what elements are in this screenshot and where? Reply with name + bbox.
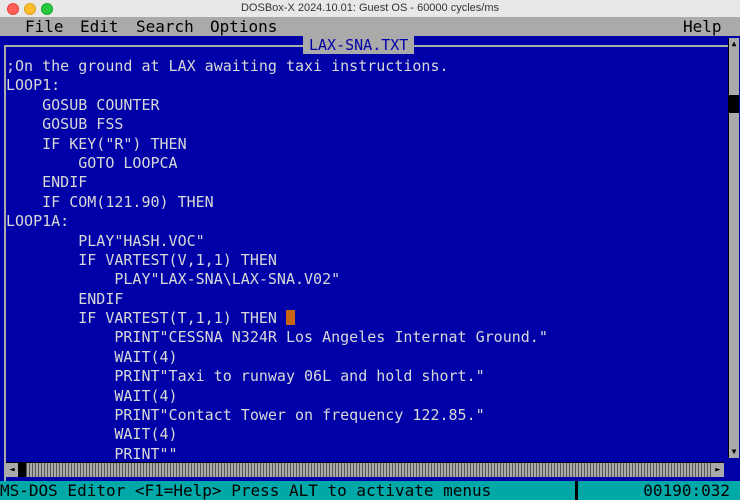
code-line[interactable]: ENDIF <box>6 173 724 192</box>
text-area[interactable]: ;On the ground at LAX awaiting taxi inst… <box>6 57 724 461</box>
file-name-label: LAX-SNA.TXT <box>303 36 415 54</box>
status-bar: MS-DOS Editor <F1=Help> Press ALT to act… <box>0 481 740 500</box>
code-line[interactable]: PRINT"" <box>6 445 724 461</box>
menu-search[interactable]: Search <box>136 18 194 36</box>
code-line[interactable]: ;On the ground at LAX awaiting taxi inst… <box>6 57 724 76</box>
window-title: DOSBox-X 2024.10.01: Guest OS - 60000 cy… <box>240 2 499 14</box>
code-line[interactable]: GOTO LOOPCA <box>6 154 724 173</box>
code-line[interactable]: IF VARTEST(V,1,1) THEN <box>6 251 724 270</box>
code-line[interactable]: PLAY"LAX-SNA\LAX-SNA.V02" <box>6 270 724 289</box>
code-line[interactable]: GOSUB FSS <box>6 115 724 134</box>
menu-help[interactable]: Help <box>683 18 722 36</box>
editor-window: LAX-SNA.TXT ;On the ground at LAX awaiti… <box>0 36 740 481</box>
menu-bar: File Edit Search Options Help <box>0 17 740 36</box>
code-line[interactable]: PRINT"CESSNA N324R Los Angeles Internat … <box>6 328 724 347</box>
menu-options[interactable]: Options <box>210 18 277 36</box>
code-line[interactable]: IF COM(121.90) THEN <box>6 193 724 212</box>
scroll-up-arrow-icon[interactable]: ▲ <box>729 38 739 50</box>
code-line[interactable]: LOOP1: <box>6 76 724 95</box>
code-line[interactable]: WAIT(4) <box>6 387 724 406</box>
cursor-position: 00190:032 <box>643 481 730 500</box>
code-line[interactable]: WAIT(4) <box>6 348 724 367</box>
code-line[interactable]: PLAY"HASH.VOC" <box>6 232 724 251</box>
code-line-text[interactable]: IF VARTEST(T,1,1) THEN <box>6 309 286 327</box>
text-cursor <box>285 310 295 326</box>
code-line[interactable]: PRINT"Contact Tower on frequency 122.85.… <box>6 406 724 425</box>
status-divider <box>575 481 578 500</box>
code-line[interactable]: PRINT"Taxi to runway 06L and hold short.… <box>6 367 724 386</box>
scroll-down-arrow-icon[interactable]: ▼ <box>729 446 739 458</box>
code-line[interactable]: GOSUB COUNTER <box>6 96 724 115</box>
vertical-scrollbar[interactable]: ▲ ▼ <box>728 38 739 458</box>
menu-edit[interactable]: Edit <box>80 18 119 36</box>
window-titlebar: DOSBox-X 2024.10.01: Guest OS - 60000 cy… <box>0 0 740 18</box>
code-line[interactable]: ENDIF <box>6 290 724 309</box>
scroll-right-arrow-icon[interactable]: ► <box>712 463 724 477</box>
status-message: MS-DOS Editor <F1=Help> Press ALT to act… <box>0 481 492 500</box>
code-line[interactable]: IF KEY("R") THEN <box>6 135 724 154</box>
code-line[interactable]: LOOP1A: <box>6 212 724 231</box>
code-line[interactable]: WAIT(4) <box>6 425 724 444</box>
menu-file[interactable]: File <box>25 18 64 36</box>
vertical-scroll-thumb[interactable] <box>729 95 739 113</box>
horizontal-scroll-thumb[interactable] <box>18 463 26 477</box>
code-line-current[interactable]: IF VARTEST(T,1,1) THEN <box>6 309 724 328</box>
horizontal-scrollbar[interactable]: ◄ ► <box>6 462 724 477</box>
scroll-left-arrow-icon[interactable]: ◄ <box>6 463 18 477</box>
